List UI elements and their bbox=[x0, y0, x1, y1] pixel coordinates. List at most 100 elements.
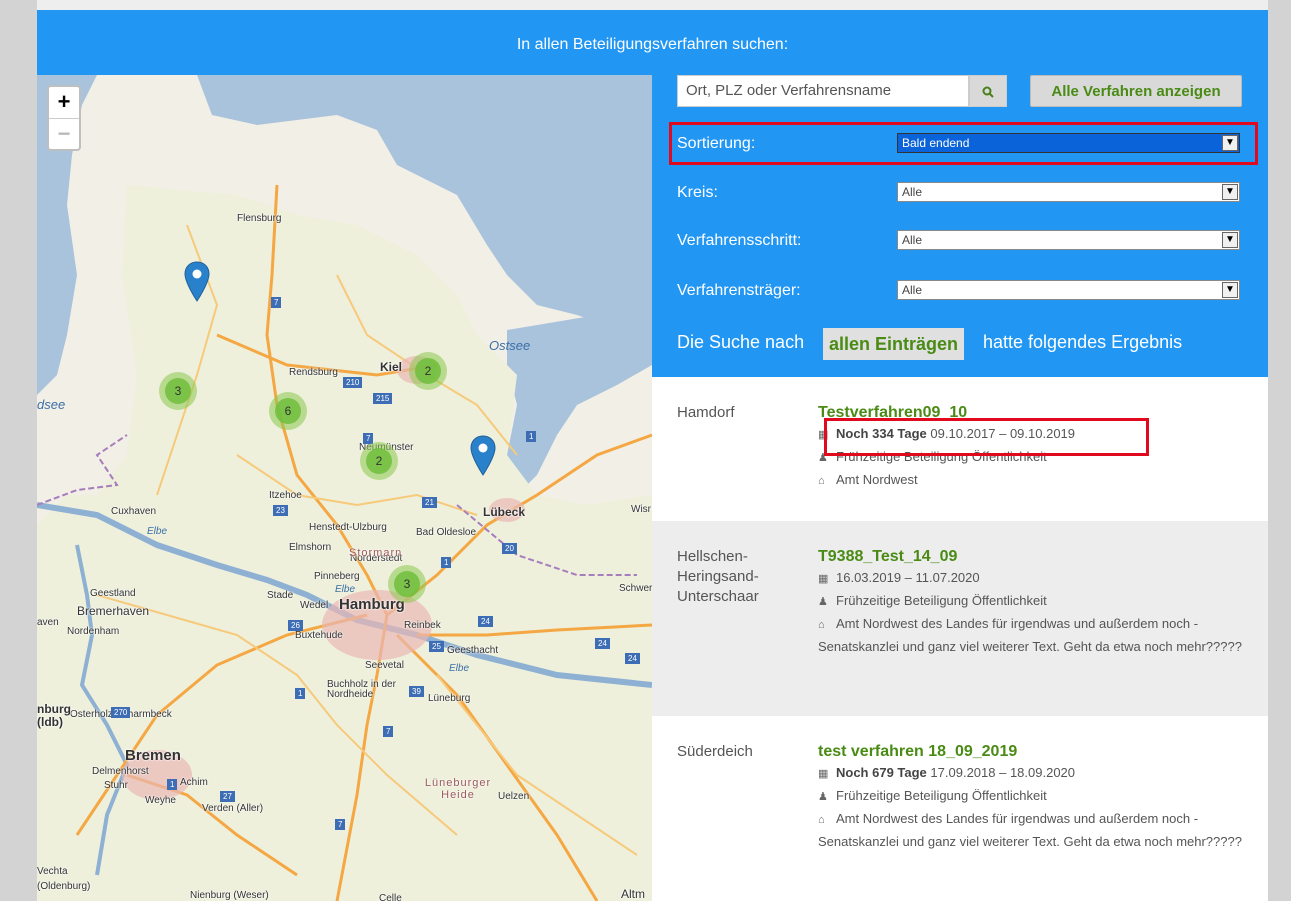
map-label: Bremen bbox=[125, 747, 181, 764]
select-value: Alle bbox=[902, 185, 923, 199]
map-label: Lüneburg bbox=[428, 693, 471, 704]
road-shield: 1 bbox=[167, 779, 178, 790]
road-shield: 210 bbox=[343, 377, 363, 388]
map-cluster-marker[interactable]: 3 bbox=[159, 372, 197, 410]
map-cluster-marker[interactable]: 6 bbox=[269, 392, 307, 430]
filter-label: Verfahrensträger: bbox=[677, 282, 801, 299]
map-label: Henstedt-Ulzburg bbox=[309, 522, 387, 533]
road-shield: 24 bbox=[625, 653, 640, 664]
map-cluster-marker[interactable]: 3 bbox=[388, 565, 426, 603]
map-cluster-marker[interactable]: 2 bbox=[409, 352, 447, 390]
filter-label: Verfahrensschritt: bbox=[677, 232, 802, 249]
kreis-select[interactable]: Alle ▼ bbox=[897, 182, 1240, 202]
date-highlight-box bbox=[824, 418, 1149, 456]
chevron-down-icon: ▼ bbox=[1222, 184, 1238, 200]
result-title-link[interactable]: test verfahren 18_09_2019 bbox=[818, 742, 1248, 762]
search-icon bbox=[982, 86, 994, 98]
map-label: Elbe bbox=[147, 526, 168, 537]
road-shield: 20 bbox=[502, 543, 517, 554]
result-authority: ⌂ Amt Nordwest des Landes für irgendwas u… bbox=[818, 808, 1248, 853]
road-shield: 24 bbox=[478, 616, 493, 627]
map-label: Celle bbox=[379, 893, 402, 901]
step-text: Frühzeitige Beteiligung Öffentlichkeit bbox=[836, 788, 1047, 803]
verfahrenstraeger-select[interactable]: Alle ▼ bbox=[897, 280, 1240, 300]
road-shield: 27 bbox=[220, 791, 235, 802]
map-label: Elbe bbox=[449, 663, 470, 674]
map-label: (Oldenburg) bbox=[37, 881, 91, 892]
zoom-out-button[interactable]: − bbox=[49, 118, 79, 149]
road-shield: 270 bbox=[111, 707, 131, 718]
map-pin-icon[interactable] bbox=[470, 435, 496, 477]
cluster-count: 2 bbox=[366, 448, 392, 474]
map-label: Wedel bbox=[300, 600, 329, 611]
map-label: Uelzen bbox=[498, 791, 530, 802]
summary-suffix: hatte folgendes Ergebnis bbox=[983, 332, 1183, 352]
filter-label: Kreis: bbox=[677, 184, 718, 201]
map-label: Rendsburg bbox=[289, 367, 338, 378]
cluster-count: 6 bbox=[275, 398, 301, 424]
verfahrensschritt-select[interactable]: Alle ▼ bbox=[897, 230, 1240, 250]
map-label: Flensburg bbox=[237, 213, 282, 224]
search-input[interactable]: Ort, PLZ oder Verfahrensname bbox=[677, 75, 969, 107]
map-label: Reinbek bbox=[404, 620, 441, 631]
road-shield: 39 bbox=[409, 686, 424, 697]
map-label: dsee bbox=[37, 397, 66, 412]
map-label: Wisr bbox=[631, 504, 651, 515]
page: In allen Beteiligungsverfahren suchen: +… bbox=[37, 0, 1268, 901]
map-label: Bad Oldesloe bbox=[416, 527, 477, 538]
institution-icon: ⌂ bbox=[818, 814, 825, 826]
map-label: Kiel bbox=[380, 360, 403, 374]
road-shield: 25 bbox=[429, 641, 444, 652]
cluster-count: 3 bbox=[394, 571, 420, 597]
map-label: Stuhr bbox=[104, 780, 128, 791]
road-shield: 7 bbox=[383, 726, 394, 737]
map-label: Stormarn bbox=[349, 547, 403, 559]
road-shield: 1 bbox=[295, 688, 306, 699]
map-label: Schwer bbox=[619, 583, 652, 594]
map[interactable]: + − Ostsee dsee Elbe Elbe Elbe Flensburg… bbox=[37, 75, 652, 901]
show-all-button[interactable]: Alle Verfahren anzeigen bbox=[1030, 75, 1242, 107]
authority-text: Amt Nordwest des Landes für irgendwas un… bbox=[818, 616, 1242, 654]
search-button[interactable] bbox=[969, 75, 1007, 107]
map-label: Geestland bbox=[90, 588, 136, 599]
map-label: Ostsee bbox=[489, 338, 531, 353]
chevron-down-icon: ▼ bbox=[1222, 232, 1238, 248]
result-authority: ⌂ Amt Nordwest bbox=[818, 469, 1248, 492]
summary-filter-tag: allen Einträgen bbox=[823, 328, 965, 360]
filter-kreis: Kreis: Alle ▼ bbox=[677, 182, 1245, 206]
road-shield: 1 bbox=[441, 557, 452, 568]
result-authority: ⌂ Amt Nordwest des Landes für irgendwas u… bbox=[818, 613, 1248, 658]
sort-highlight-box bbox=[669, 122, 1258, 165]
result-title-link[interactable]: T9388_Test_14_09 bbox=[818, 547, 1248, 567]
date-range: 16.03.2019 – 11.07.2020 bbox=[836, 570, 980, 585]
zoom-in-button[interactable]: + bbox=[49, 87, 79, 118]
road-shield: 7 bbox=[335, 819, 346, 830]
list-item: Süderdeich test verfahren 18_09_2019 ▦ No… bbox=[652, 716, 1268, 901]
authority-text: Amt Nordwest bbox=[836, 472, 918, 487]
map-pin-icon[interactable] bbox=[184, 261, 210, 303]
chevron-down-icon: ▼ bbox=[1222, 282, 1238, 298]
map-cluster-marker[interactable]: 2 bbox=[360, 442, 398, 480]
map-label: Elbe bbox=[335, 584, 356, 595]
institution-icon: ⌂ bbox=[818, 619, 825, 631]
map-label: Buchholz in der Nordheide bbox=[327, 679, 396, 700]
authority-text: Amt Nordwest des Landes für irgendwas un… bbox=[818, 811, 1242, 849]
cluster-count: 3 bbox=[165, 378, 191, 404]
road-shield: 7 bbox=[271, 297, 282, 308]
map-label: Delmenhorst bbox=[92, 766, 149, 777]
filter-verfahrenstraeger: Verfahrensträger: Alle ▼ bbox=[677, 280, 1245, 304]
road-shield: 1 bbox=[526, 431, 537, 442]
result-place: Süderdeich bbox=[677, 743, 753, 760]
map-label: Nienburg (Weser) bbox=[190, 890, 269, 901]
map-label: aven bbox=[37, 617, 59, 628]
map-label: Buxtehude bbox=[295, 630, 343, 641]
filter-panel: Ort, PLZ oder Verfahrensname Alle Verfah… bbox=[652, 75, 1268, 377]
map-label: Cuxhaven bbox=[111, 506, 157, 517]
result-info: T9388_Test_14_09 ▦ 16.03.2019 – 11.07.202… bbox=[818, 547, 1248, 658]
summary-prefix: Die Suche nach bbox=[677, 332, 805, 352]
result-place: Hamdorf bbox=[677, 404, 735, 421]
step-icon: ♟ bbox=[818, 596, 828, 608]
map-label: nburg (ldb) bbox=[37, 702, 71, 729]
calendar-icon: ▦ bbox=[818, 768, 829, 780]
result-period: ▦ 16.03.2019 – 11.07.2020 bbox=[818, 567, 1248, 590]
